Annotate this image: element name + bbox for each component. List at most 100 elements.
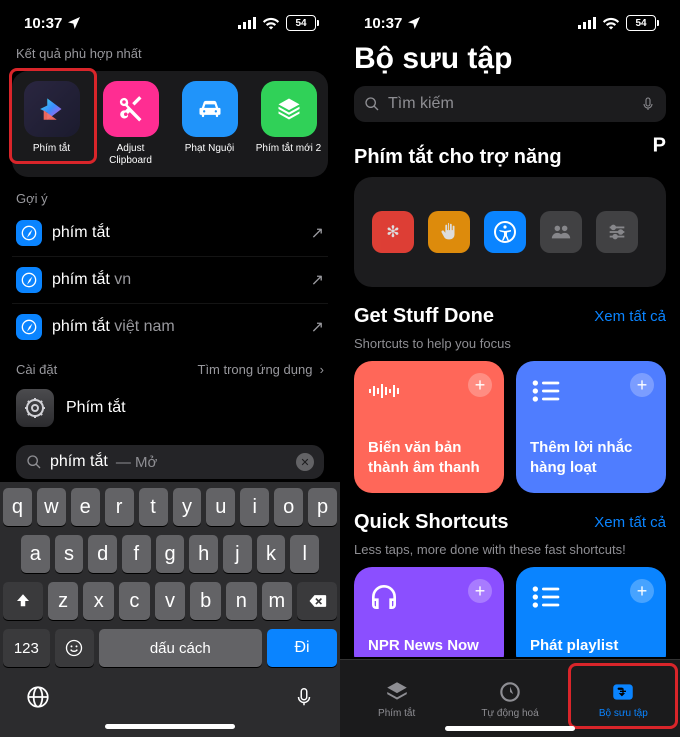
mic-icon[interactable] <box>640 94 656 114</box>
search-icon <box>364 96 380 112</box>
status-time: 10:37 <box>364 15 402 32</box>
scissors-icon <box>103 81 159 137</box>
search-query: phím tắt <box>50 453 108 471</box>
globe-icon[interactable] <box>25 684 51 710</box>
cellular-icon <box>238 17 256 29</box>
key-p[interactable]: p <box>308 488 337 526</box>
key-u[interactable]: u <box>206 488 235 526</box>
headphones-icon <box>368 581 400 613</box>
gallery-icon: + <box>610 679 636 705</box>
key-go[interactable]: Đi <box>267 629 337 667</box>
search-icon <box>26 454 42 470</box>
card-text-to-audio[interactable]: + Biến văn bản thành âm thanh <box>354 361 504 493</box>
hand-icon <box>428 211 470 253</box>
battery-icon: 54 <box>626 15 656 31</box>
accessibility-card[interactable]: ✻ <box>354 177 666 287</box>
key-q[interactable]: q <box>3 488 32 526</box>
layers-icon <box>384 679 410 705</box>
key-g[interactable]: g <box>156 535 185 573</box>
card-play-playlist[interactable]: + Phát playlist <box>516 567 666 657</box>
key-row-4: 123 dấu cách Đi <box>3 629 337 667</box>
card-npr-news[interactable]: + NPR News Now <box>354 567 504 657</box>
home-indicator[interactable] <box>445 726 575 731</box>
key-h[interactable]: h <box>189 535 218 573</box>
suggestion-row[interactable]: phím tắt vn ↗ <box>12 256 328 303</box>
app-phim-tat-moi-2[interactable]: Phím tắt mới 2 <box>255 81 322 167</box>
tab-label: Bộ sưu tập <box>599 708 648 719</box>
keyboard: qwertyuiop asdfghjkl zxcvbnm 123 dấu các… <box>0 482 340 737</box>
tab-shortcuts[interactable]: Phím tắt <box>340 660 453 737</box>
key-y[interactable]: y <box>173 488 202 526</box>
key-r[interactable]: r <box>105 488 134 526</box>
suggestion-row[interactable]: phím tắt ↗ <box>12 210 328 256</box>
card-label: NPR News Now <box>368 636 490 656</box>
key-k[interactable]: k <box>257 535 286 573</box>
key-123[interactable]: 123 <box>3 629 50 667</box>
tab-bar: Phím tắt Tự động hoá + Bộ sưu tập <box>340 659 680 737</box>
key-i[interactable]: i <box>240 488 269 526</box>
suggestions-list: phím tắt ↗ phím tắt vn ↗ phím tắt việt n… <box>12 210 328 350</box>
key-b[interactable]: b <box>190 582 221 620</box>
suggestion-row[interactable]: phím tắt việt nam ↗ <box>12 303 328 350</box>
key-t[interactable]: t <box>139 488 168 526</box>
key-w[interactable]: w <box>37 488 66 526</box>
list-icon <box>530 581 562 613</box>
phone-left-spotlight: 10:37 54 Kết quả phù hợp nhất Phím tắt A… <box>0 0 340 737</box>
key-backspace[interactable] <box>297 582 337 620</box>
page-title: Bộ sưu tập <box>354 42 666 76</box>
suggestion-text: phím tắt việt nam <box>52 318 301 336</box>
search-hint: — Mở <box>116 454 158 471</box>
key-shift[interactable] <box>3 582 43 620</box>
add-button[interactable]: + <box>630 373 654 397</box>
key-o[interactable]: o <box>274 488 303 526</box>
settings-item[interactable]: Phím tắt <box>12 385 328 431</box>
status-time: 10:37 <box>24 15 62 32</box>
key-z[interactable]: z <box>48 582 79 620</box>
search-input[interactable]: Tìm kiếm <box>354 86 666 122</box>
app-shortcuts[interactable]: Phím tắt <box>18 81 85 167</box>
add-button[interactable]: + <box>468 373 492 397</box>
accessibility-icon <box>484 211 526 253</box>
settings-section-label: Cài đặt <box>16 362 57 377</box>
settings-hint-label[interactable]: Tìm trong ứng dụng › <box>198 362 325 377</box>
key-f[interactable]: f <box>122 535 151 573</box>
key-l[interactable]: l <box>290 535 319 573</box>
tab-gallery[interactable]: + Bộ sưu tập <box>567 660 680 737</box>
see-all-link[interactable]: Xem tất cả <box>594 308 666 325</box>
clear-button[interactable]: ✕ <box>296 453 314 471</box>
card-add-reminders[interactable]: + Thêm lời nhắc hàng loạt <box>516 361 666 493</box>
app-phat-nguoi[interactable]: Phạt Nguội <box>176 81 243 167</box>
key-space[interactable]: dấu cách <box>99 629 262 667</box>
home-indicator[interactable] <box>105 724 235 729</box>
app-label: Phạt Nguội <box>185 143 234 155</box>
key-s[interactable]: s <box>55 535 84 573</box>
section-get-stuff-done-title: Get Stuff Done <box>354 305 494 328</box>
asterisk-icon: ✻ <box>372 211 414 253</box>
key-v[interactable]: v <box>155 582 186 620</box>
key-c[interactable]: c <box>119 582 150 620</box>
mic-icon[interactable] <box>293 684 315 710</box>
suggestion-text: phím tắt vn <box>52 271 301 289</box>
add-button[interactable]: + <box>468 579 492 603</box>
see-all-link[interactable]: Xem tất cả <box>594 514 666 531</box>
battery-icon: 54 <box>286 15 316 31</box>
key-n[interactable]: n <box>226 582 257 620</box>
people-icon <box>540 211 582 253</box>
key-m[interactable]: m <box>262 582 293 620</box>
car-icon <box>182 81 238 137</box>
key-e[interactable]: e <box>71 488 100 526</box>
shortcuts-app-icon <box>24 81 80 137</box>
app-adjust-clipboard[interactable]: Adjust Clipboard <box>97 81 164 167</box>
suggestions-label: Gợi ý <box>16 191 324 206</box>
search-input[interactable]: phím tắt — Mở ✕ <box>16 445 324 479</box>
tab-label: Phím tắt <box>378 708 415 719</box>
key-a[interactable]: a <box>21 535 50 573</box>
key-emoji[interactable] <box>55 629 94 667</box>
suggestion-text: phím tắt <box>52 224 301 242</box>
add-button[interactable]: + <box>630 579 654 603</box>
key-x[interactable]: x <box>83 582 114 620</box>
key-j[interactable]: j <box>223 535 252 573</box>
key-d[interactable]: d <box>88 535 117 573</box>
card-label: Phát playlist <box>530 636 652 656</box>
location-icon <box>406 15 422 31</box>
